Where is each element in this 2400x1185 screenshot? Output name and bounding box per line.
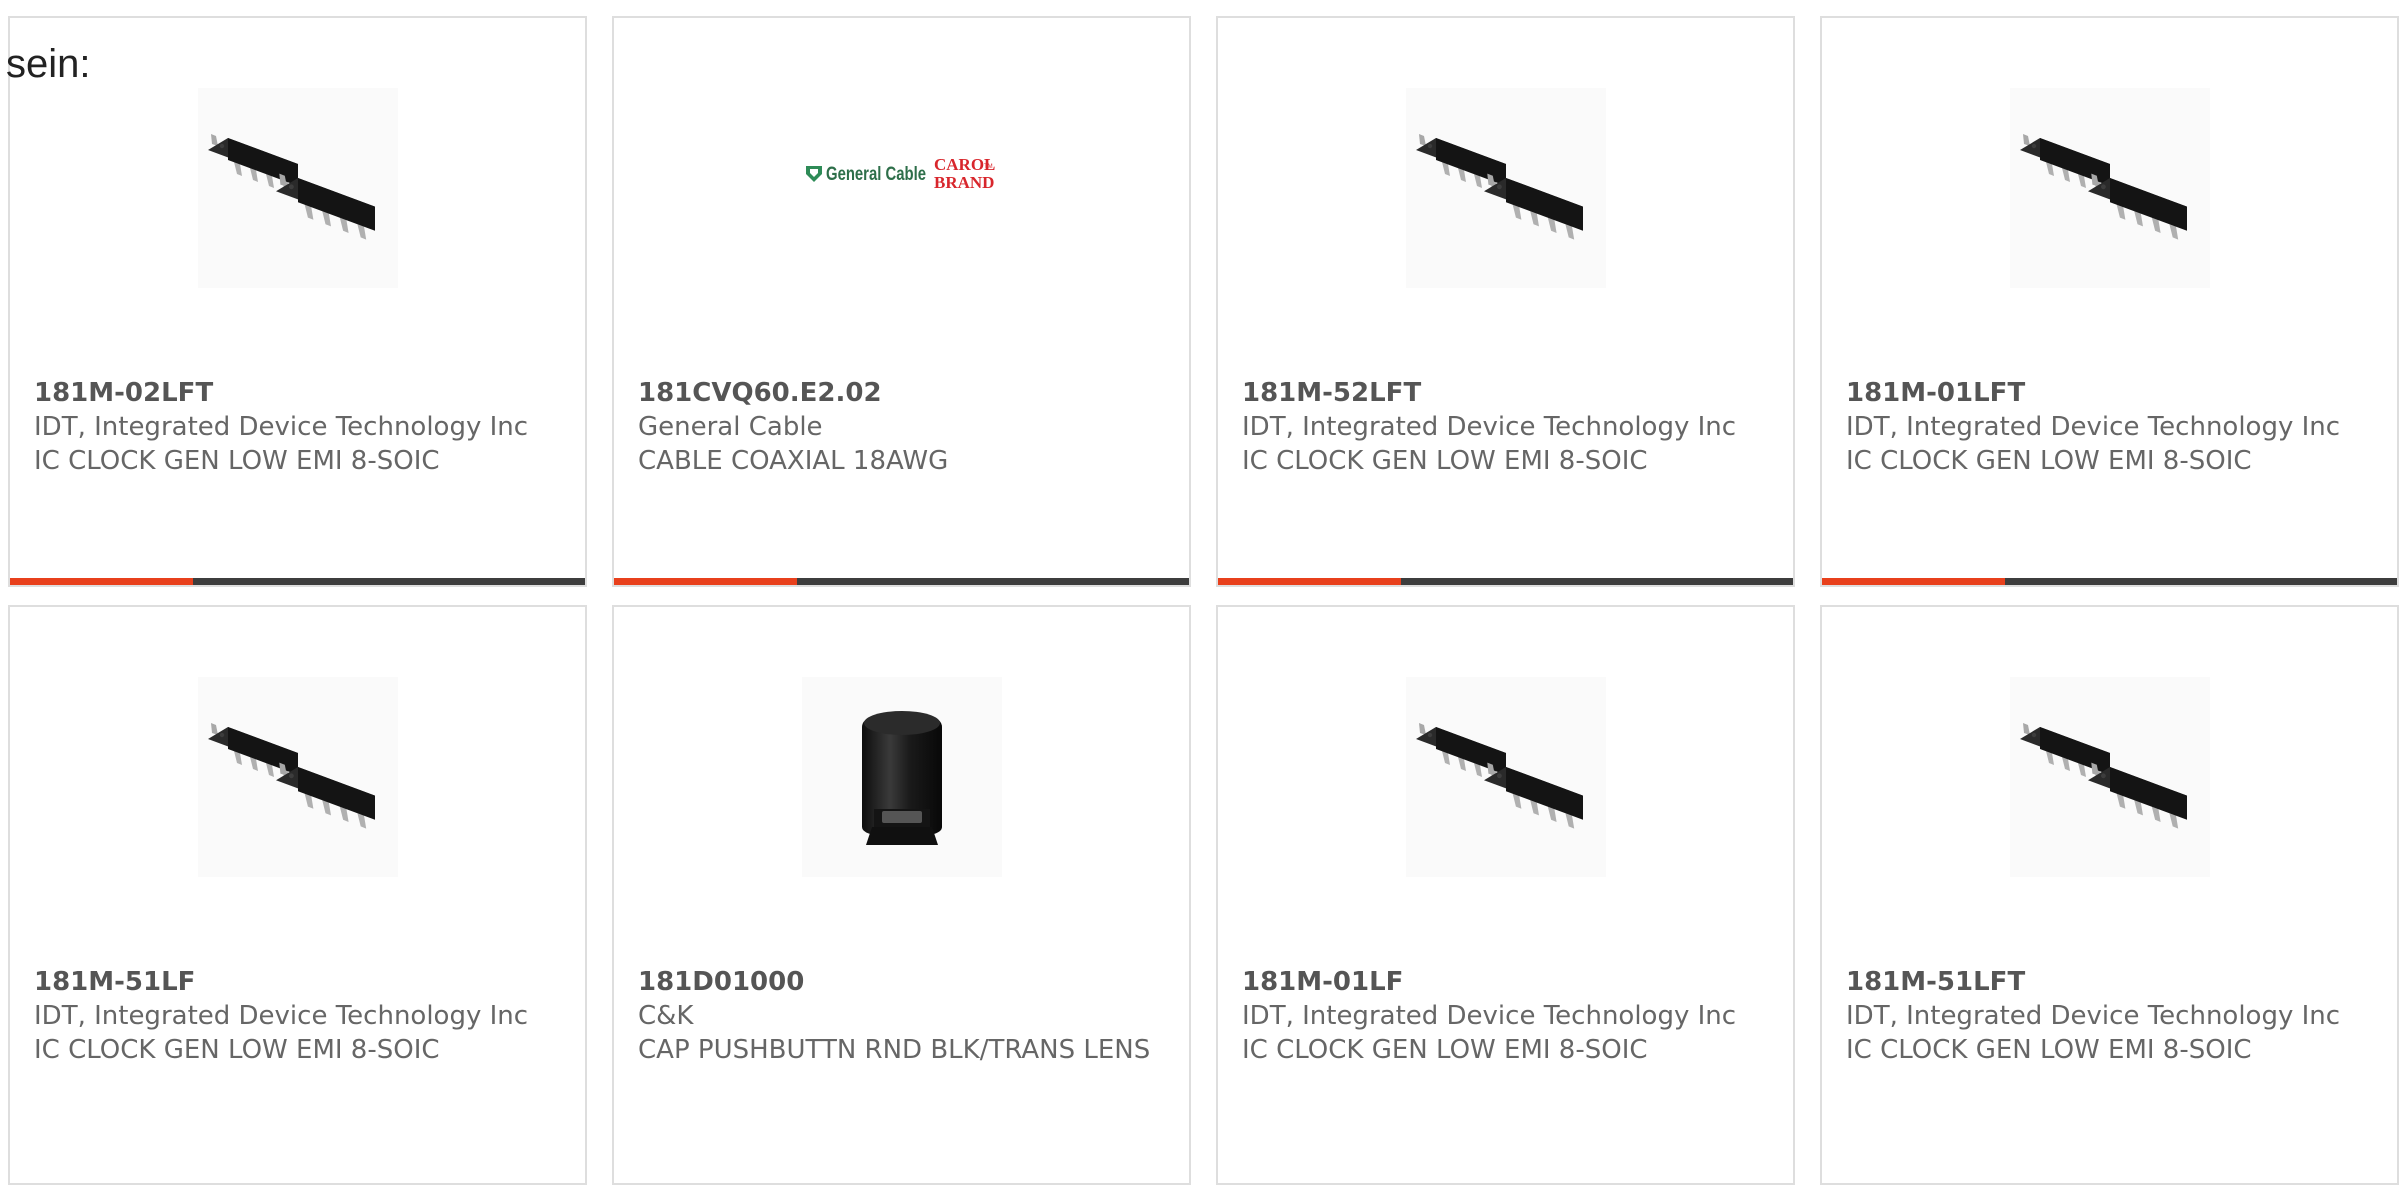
part-number[interactable]: 181M-51LF bbox=[34, 965, 569, 999]
chip-pair bbox=[207, 723, 375, 829]
part-number[interactable]: 181M-01LF bbox=[1242, 965, 1777, 999]
logo-text: General Cable bbox=[826, 164, 926, 185]
pushbutton-cap-icon bbox=[861, 711, 942, 845]
logo-brand-small: TM bbox=[984, 164, 993, 170]
card-accent-bar-highlight bbox=[1822, 578, 2005, 585]
logo-brand-line2: BRAND bbox=[934, 173, 994, 192]
part-number[interactable]: 181CVQ60.E2.02 bbox=[638, 376, 1173, 410]
description: IC CLOCK GEN LOW EMI 8-SOIC bbox=[1846, 1035, 2252, 1065]
product-card[interactable]: 181M-52LFT IDT, Integrated Device Techno… bbox=[1216, 16, 1795, 587]
product-info: 181CVQ60.E2.02 General Cable CABLE COAXI… bbox=[638, 376, 1173, 478]
manufacturer: General Cable bbox=[638, 412, 823, 442]
soic-8-chip-icon bbox=[207, 134, 375, 240]
part-number[interactable]: 181D01000 bbox=[638, 965, 1173, 999]
description: IC CLOCK GEN LOW EMI 8-SOIC bbox=[34, 1035, 440, 1065]
manufacturer: IDT, Integrated Device Technology Inc bbox=[34, 412, 529, 442]
product-info: 181M-01LF IDT, Integrated Device Technol… bbox=[1242, 965, 1777, 1067]
card-accent-bar bbox=[1822, 578, 2397, 585]
product-card[interactable]: 181M-01LFT IDT, Integrated Device Techno… bbox=[1820, 16, 2399, 587]
product-card[interactable]: 181M-02LFT IDT, Integrated Device Techno… bbox=[8, 16, 587, 587]
part-number[interactable]: 181M-52LFT bbox=[1242, 376, 1777, 410]
part-number[interactable]: 181M-01LFT bbox=[1846, 376, 2381, 410]
description: IC CLOCK GEN LOW EMI 8-SOIC bbox=[34, 446, 440, 476]
product-info: 181M-51LF IDT, Integrated Device Technol… bbox=[34, 965, 569, 1067]
chip-pair bbox=[1415, 134, 1583, 240]
soic-8-chip-icon bbox=[1415, 134, 1583, 240]
manufacturer: IDT, Integrated Device Technology Inc bbox=[1846, 1001, 2341, 1031]
manufacturer: C&K bbox=[638, 1001, 694, 1031]
description: CAP PUSHBUTTN RND BLK/TRANS LENS bbox=[638, 1035, 1151, 1065]
page-label: sein: bbox=[6, 42, 91, 86]
card-accent-bar-highlight bbox=[10, 578, 193, 585]
product-info: 181M-52LFT IDT, Integrated Device Techno… bbox=[1242, 376, 1777, 478]
chip-pair bbox=[1415, 723, 1583, 829]
description: CABLE COAXIAL 18AWG bbox=[638, 446, 949, 476]
product-card[interactable]: General Cable CAROL TM BRAND 181CVQ60.E2… bbox=[612, 16, 1191, 587]
product-info: 181M-51LFT IDT, Integrated Device Techno… bbox=[1846, 965, 2381, 1067]
card-accent-bar-highlight bbox=[614, 578, 797, 585]
product-image bbox=[2009, 677, 2210, 877]
product-image bbox=[197, 88, 398, 288]
description: IC CLOCK GEN LOW EMI 8-SOIC bbox=[1242, 446, 1648, 476]
product-image bbox=[197, 677, 398, 877]
product-info: 181M-01LFT IDT, Integrated Device Techno… bbox=[1846, 376, 2381, 478]
product-card[interactable]: 181M-51LFT IDT, Integrated Device Techno… bbox=[1820, 605, 2399, 1185]
chip-pair bbox=[2019, 134, 2187, 240]
part-number[interactable]: 181M-02LFT bbox=[34, 376, 569, 410]
product-image bbox=[1405, 88, 1606, 288]
manufacturer: IDT, Integrated Device Technology Inc bbox=[1242, 1001, 1737, 1031]
manufacturer: IDT, Integrated Device Technology Inc bbox=[1242, 412, 1737, 442]
part-number[interactable]: 181M-51LFT bbox=[1846, 965, 2381, 999]
product-card[interactable]: 181M-01LF IDT, Integrated Device Technol… bbox=[1216, 605, 1795, 1185]
product-card[interactable]: 181M-51LF IDT, Integrated Device Technol… bbox=[8, 605, 587, 1185]
soic-8-chip-icon bbox=[1415, 723, 1583, 829]
product-image bbox=[2009, 88, 2210, 288]
chip-pair bbox=[207, 134, 375, 240]
soic-8-chip-icon bbox=[2019, 723, 2187, 829]
product-info: 181M-02LFT IDT, Integrated Device Techno… bbox=[34, 376, 569, 478]
product-card[interactable]: 181D01000 C&K CAP PUSHBUTTN RND BLK/TRAN… bbox=[612, 605, 1191, 1185]
soic-8-chip-icon bbox=[207, 723, 375, 829]
product-image: General Cable CAROL TM BRAND bbox=[801, 88, 1002, 288]
card-accent-bar bbox=[10, 578, 585, 585]
product-image bbox=[1405, 677, 1606, 877]
chip-pair bbox=[2019, 723, 2187, 829]
general-cable-logo: General Cable CAROL TM BRAND bbox=[805, 155, 995, 192]
card-accent-bar bbox=[1218, 578, 1793, 585]
card-accent-bar-highlight bbox=[1218, 578, 1401, 585]
card-accent-bar bbox=[614, 578, 1189, 585]
soic-8-chip-icon bbox=[2019, 134, 2187, 240]
description: IC CLOCK GEN LOW EMI 8-SOIC bbox=[1242, 1035, 1648, 1065]
product-image bbox=[801, 677, 1002, 877]
description: IC CLOCK GEN LOW EMI 8-SOIC bbox=[1846, 446, 2252, 476]
product-info: 181D01000 C&K CAP PUSHBUTTN RND BLK/TRAN… bbox=[638, 965, 1173, 1067]
manufacturer: IDT, Integrated Device Technology Inc bbox=[34, 1001, 529, 1031]
manufacturer: IDT, Integrated Device Technology Inc bbox=[1846, 412, 2341, 442]
